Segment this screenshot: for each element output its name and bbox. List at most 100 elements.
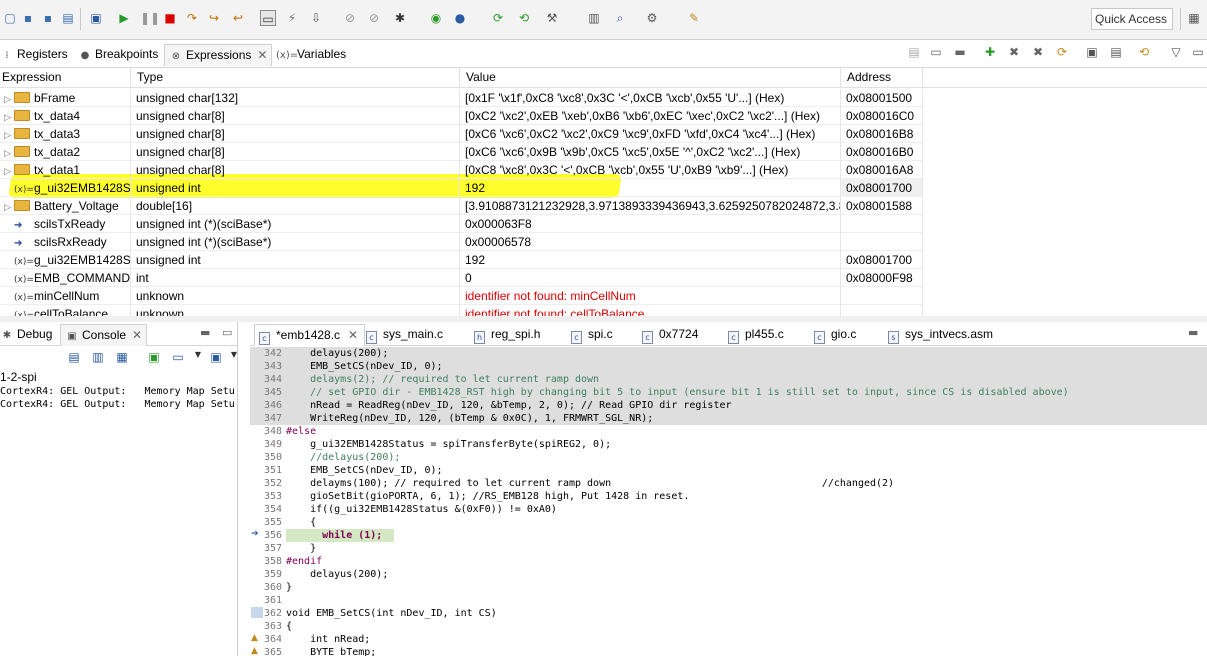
table-row[interactable]: ▷ tx_data4 unsigned char[8] [0xC2 '\xc2',… [0,107,923,125]
minimize-icon[interactable]: ▬ [200,326,210,339]
table-row[interactable]: ▷ bFrame unsigned char[132] [0x1F '\x1f',… [0,89,923,107]
open-type-icon[interactable]: ▥ [586,10,602,26]
expand-icon[interactable]: ▷ [4,163,14,179]
sync-icon[interactable]: ⟲ [1136,44,1152,60]
tab-variables[interactable]: (x)=Variables [276,46,346,64]
tab-emb1428-c[interactable]: c *emb1428.c ✕ [254,324,366,346]
step-into-icon[interactable]: ↷ [184,10,200,26]
bug-icon[interactable]: ✱ [392,10,408,26]
collapse-icon[interactable]: ▤ [906,44,922,60]
tab-console[interactable]: ▣ Console ✕ [60,324,148,346]
layout-icon[interactable]: ▭ [928,44,944,60]
tab-expressions[interactable]: ⊗ Expressions ✕ [164,44,273,66]
expression-value[interactable]: [0xC8 '\xc8',0x3C '<',0xCB '\xcb',0x55 '… [460,161,841,179]
gear-icon[interactable]: ⚙ [644,10,660,26]
new-expression-icon[interactable]: ▣ [1084,44,1100,60]
tab-sys-intvecs-asm[interactable]: s sys_intvecs.asm [888,326,993,344]
quick-access-input[interactable]: Quick Access [1091,8,1173,30]
minimize-icon[interactable]: ▬ [952,44,968,60]
expression-value[interactable]: 192 [460,251,841,269]
column-value[interactable]: Value [460,68,841,88]
hammer-icon[interactable]: ⚒ [544,10,560,26]
table-row-selected[interactable]: (x)=g_ui32EMB1428St unsigned int 192 0x0… [0,179,923,197]
column-type[interactable]: Type [131,68,460,88]
table-row[interactable]: (x)=minCellNum unknown identifier not fo… [0,287,923,305]
save-all-icon[interactable]: ▪ [40,10,56,26]
expression-value[interactable]: 0 [460,269,841,287]
refresh-icon[interactable]: ⟳ [1054,44,1070,60]
expression-value[interactable]: 192 [460,179,841,197]
perspective-icon[interactable]: ▦ [1186,10,1202,26]
expand-icon[interactable]: ▷ [4,199,14,215]
tab-debug[interactable]: ✱ Debug [0,326,53,344]
expand-icon[interactable]: ▷ [4,109,14,125]
terminate-icon[interactable]: ■ [162,10,178,26]
expression-value[interactable]: identifier not found: minCellNum [460,287,841,305]
tab-registers[interactable]: ⁞ Registers [0,46,67,64]
tab-gio-c[interactable]: c gio.c [814,326,856,344]
sync-icon[interactable]: ⟲ [516,10,532,26]
expression-value[interactable]: [3.9108873121232928,3.9713893339436943,3… [460,197,841,215]
expression-value[interactable]: [0xC6 '\xc6',0x9B '\x9b',0xC5 '\xc5',0x5… [460,143,841,161]
debug-icon[interactable]: ▣ [88,10,104,26]
expression-value[interactable]: identifier not found: cellToBalance [460,305,841,316]
reset-icon[interactable]: ⊘ [342,10,358,26]
table-row[interactable]: ➔ scilsRxReady unsigned int (*)(sciBase*)… [0,233,923,251]
print-icon[interactable]: ▤ [60,10,76,26]
restart-icon[interactable]: ⊘ [366,10,382,26]
expression-value[interactable]: [0xC2 '\xc2',0xEB '\xeb',0xB6 '\xb6',0xE… [460,107,841,125]
resume-icon[interactable]: ▶ [116,10,132,26]
close-icon[interactable]: ✕ [257,48,267,62]
run-icon[interactable]: ◉ [428,10,444,26]
column-address[interactable]: Address [841,68,923,88]
expression-value[interactable]: 0x000063F8 [460,215,841,233]
view-menu-icon[interactable]: ▽ [1168,44,1184,60]
expression-value[interactable]: [0x1F '\x1f',0xC8 '\xc8',0x3C '<',0xCB '… [460,89,841,107]
open-console-icon[interactable]: ▣ [208,350,224,364]
remove-all-icon[interactable]: ✖ [1030,44,1046,60]
table-row[interactable]: ▷ tx_data1 unsigned char[8] [0xC8 '\xc8',… [0,161,923,179]
search-icon[interactable]: ⌕ [612,10,628,26]
scroll-lock-icon[interactable]: ▥ [90,350,106,364]
column-expression[interactable]: Expression [0,68,131,88]
chevron-down-icon[interactable]: ▼ [226,350,242,359]
refresh-icon[interactable]: ⟳ [490,10,506,26]
chevron-down-icon[interactable]: ▼ [190,350,206,359]
expand-icon[interactable]: ▷ [4,127,14,143]
export-icon[interactable]: ▤ [1108,44,1124,60]
close-icon[interactable]: ✕ [132,328,142,342]
expand-icon[interactable]: ▷ [4,91,14,107]
remove-icon[interactable]: ✖ [1006,44,1022,60]
table-row[interactable]: ▷ tx_data2 unsigned char[8] [0xC6 '\xc6',… [0,143,923,161]
table-row[interactable]: ▷ tx_data3 unsigned char[8] [0xC6 '\xc6',… [0,125,923,143]
expression-value[interactable]: 0x00006578 [460,233,841,251]
tab-0x7724[interactable]: c 0x7724 [642,326,698,344]
save-icon[interactable]: ▪ [20,10,36,26]
wand-icon[interactable]: ✎ [686,10,702,26]
word-wrap-icon[interactable]: ▦ [114,350,130,364]
pin-console-icon[interactable]: ▣ [146,350,162,364]
table-row[interactable]: (x)=g_ui32EMB1428St unsigned int 192 0x0… [0,251,923,269]
new-icon[interactable]: ▢ [2,10,18,26]
expand-icon[interactable]: ▷ [4,145,14,161]
minimize-icon[interactable]: ▬ [1188,326,1198,339]
add-icon[interactable]: ✚ [982,44,998,60]
profile-icon[interactable]: ● [452,10,468,26]
step-over-icon[interactable]: ↪ [206,10,222,26]
table-row[interactable]: (x)=cellToBalance unknown identifier not… [0,305,923,316]
close-icon[interactable]: ✕ [348,328,358,342]
step-return-icon[interactable]: ↩ [230,10,246,26]
tab-reg-spi-h[interactable]: h reg_spi.h [474,326,540,344]
table-row[interactable]: ▷ Battery_Voltage double[16] [3.910887312… [0,197,923,215]
code-area[interactable]: 342 delayus(200); 343 EMB_SetCS(nDev_ID,… [250,346,1207,656]
tab-pl455-c[interactable]: c pl455.c [728,326,784,344]
clear-console-icon[interactable]: ▤ [66,350,82,364]
minimize-view-icon[interactable]: ▭ [1190,44,1206,60]
instruction-step-icon[interactable]: ▭ [260,10,276,26]
connect-icon[interactable]: ⚡ [284,10,300,26]
maximize-icon[interactable]: ▭ [222,326,232,339]
expression-value[interactable]: [0xC6 '\xc6',0xC2 '\xc2',0xC9 '\xc9',0xF… [460,125,841,143]
table-row[interactable]: ➔ scilsTxReady unsigned int (*)(sciBase*)… [0,215,923,233]
table-row[interactable]: (x)=EMB_COMMAND int 0 0x08000F98 [0,269,923,287]
tab-sys-main-c[interactable]: c sys_main.c [366,326,443,344]
